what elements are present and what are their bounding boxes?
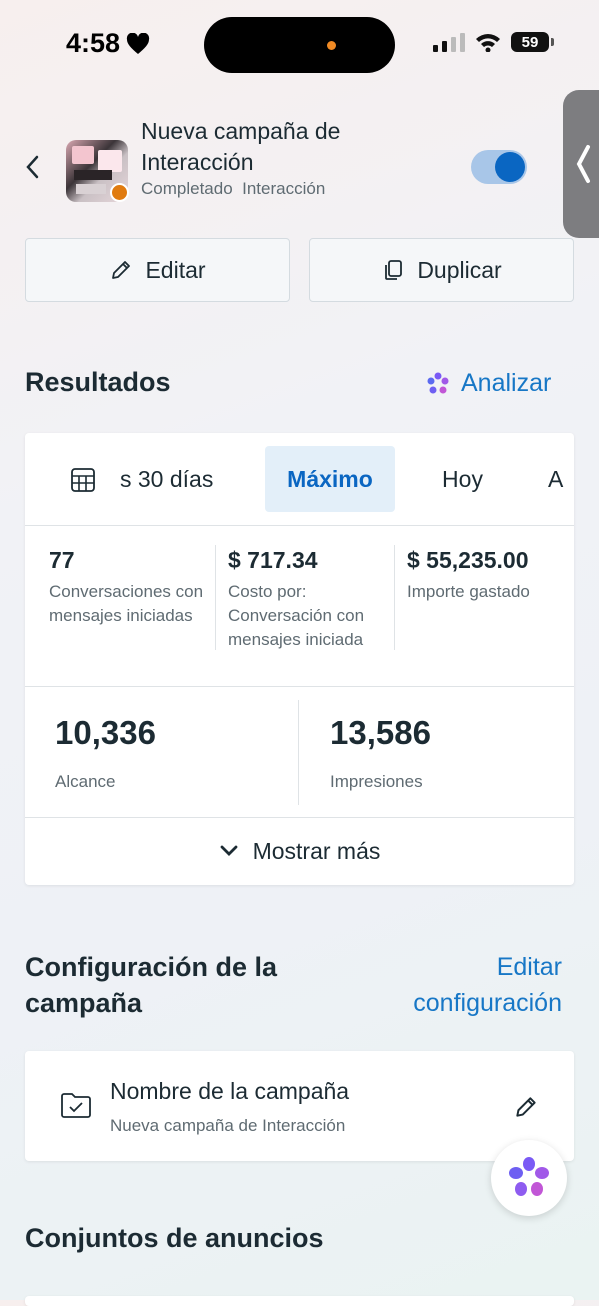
- edit-config-link[interactable]: Editar configuración: [413, 949, 562, 1021]
- campaign-objective: Interacción: [242, 179, 326, 198]
- dynamic-island: [204, 17, 395, 73]
- analyze-link[interactable]: Analizar: [425, 369, 551, 398]
- metric-reach: 10,336 Alcance: [55, 714, 156, 792]
- ad-sets-card: [25, 1296, 574, 1306]
- tab-maximum[interactable]: Máximo: [265, 446, 395, 512]
- battery-icon: 59: [511, 32, 554, 52]
- ai-assistant-button[interactable]: [491, 1140, 567, 1216]
- config-title: Configuración de la campaña: [25, 949, 277, 1021]
- results-title: Resultados: [25, 367, 171, 397]
- analyze-label: Analizar: [461, 369, 552, 397]
- campaign-name-label: Nombre de la campaña: [110, 1078, 350, 1104]
- wifi-icon: [476, 34, 500, 52]
- metric-impressions: 13,586 Impresiones: [330, 714, 431, 792]
- status-time: 4:58: [66, 28, 150, 59]
- folder-check-icon: [61, 1093, 91, 1118]
- campaign-toggle[interactable]: [471, 150, 527, 184]
- chevron-left-icon: [576, 145, 590, 183]
- duplicate-icon: [385, 260, 403, 280]
- duplicate-label: Duplicar: [417, 256, 502, 283]
- campaign-title: Nueva campaña de Interacción: [141, 118, 341, 175]
- privacy-indicator: [327, 41, 336, 50]
- battery-level: 59: [521, 33, 539, 51]
- ai-sparkle-icon: [427, 372, 449, 393]
- ai-assistant-icon: [509, 1157, 549, 1196]
- metric-value: $ 717.34: [228, 547, 318, 573]
- pencil-icon: [112, 261, 131, 279]
- calendar-table-icon[interactable]: [70, 467, 96, 493]
- edit-button[interactable]: Editar: [25, 238, 290, 302]
- metric-label: Costo por: Conversación con mensajes ini…: [228, 582, 365, 649]
- metric-amount-spent: $ 55,235.00 Importe gastado: [407, 547, 567, 604]
- metric-label: Conversaciones con mensajes iniciadas: [49, 582, 204, 625]
- campaign-subtitle: Completado Interacción: [141, 179, 325, 199]
- edit-config-line2: configuración: [413, 989, 562, 1017]
- reach-label: Alcance: [55, 772, 116, 791]
- toggle-knob: [495, 152, 525, 182]
- tab-label: A: [548, 465, 564, 492]
- metric-value: 77: [49, 547, 75, 573]
- chevron-down-icon: [220, 845, 237, 856]
- impressions-label: Impresiones: [330, 772, 423, 791]
- divider: [25, 686, 574, 687]
- tab-today[interactable]: Hoy: [420, 446, 505, 512]
- divider: [25, 525, 574, 526]
- ad-sets-title: Conjuntos de anuncios: [25, 1223, 324, 1253]
- tab-more[interactable]: A: [548, 446, 568, 512]
- metric-conversations: 77 Conversaciones con mensajes iniciadas: [49, 547, 209, 628]
- warning-status-dot: [110, 183, 129, 202]
- campaign-status: Completado: [141, 179, 233, 198]
- show-more-label: Mostrar más: [252, 837, 381, 864]
- duplicate-button[interactable]: Duplicar: [309, 238, 574, 302]
- side-panel-handle[interactable]: [563, 90, 599, 238]
- reach-value: 10,336: [55, 714, 156, 751]
- config-title-line1: Configuración de la: [25, 952, 278, 982]
- show-more-button[interactable]: Mostrar más: [25, 818, 574, 884]
- pencil-icon[interactable]: [513, 1094, 539, 1120]
- signal-icon: [433, 33, 465, 52]
- tab-label: Hoy: [442, 465, 483, 492]
- campaign-name-value: Nueva campaña de Interacción: [110, 1116, 346, 1135]
- edit-label: Editar: [145, 256, 206, 283]
- tab-label: s 30 días: [120, 465, 214, 492]
- divider: [394, 545, 395, 650]
- tab-label: Máximo: [287, 465, 373, 492]
- impressions-value: 13,586: [330, 714, 431, 751]
- divider: [215, 545, 216, 650]
- divider: [298, 700, 299, 805]
- time-text: 4:58: [66, 28, 121, 58]
- metric-cost-per: $ 717.34 Costo por: Conversación con men…: [228, 547, 388, 652]
- heart-icon: [126, 32, 150, 54]
- back-icon[interactable]: [22, 152, 46, 182]
- status-icons: 59: [433, 32, 554, 52]
- config-title-line2: campaña: [25, 988, 143, 1018]
- metric-label: Importe gastado: [407, 582, 530, 601]
- tab-last-30-days[interactable]: s 30 días: [120, 446, 245, 512]
- campaign-name-card[interactable]: [25, 1051, 574, 1161]
- edit-config-line1: Editar: [496, 953, 562, 981]
- metric-value: $ 55,235.00: [407, 547, 529, 573]
